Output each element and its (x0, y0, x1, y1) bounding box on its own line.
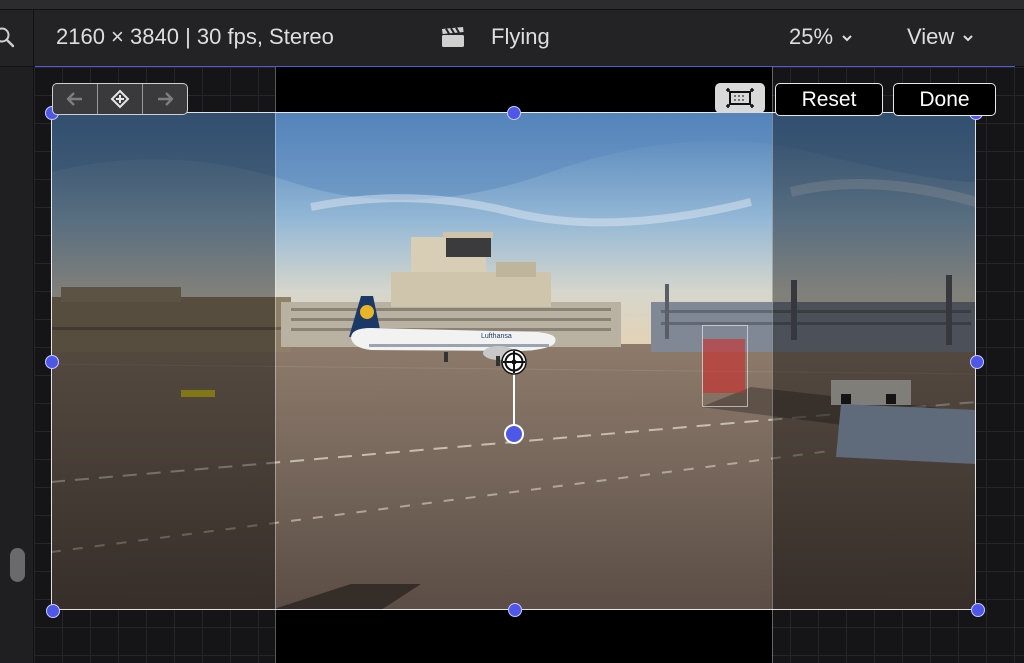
crop-handle-bottom-left[interactable] (46, 604, 60, 618)
tracker-target-region (703, 339, 745, 393)
arrow-left-icon (66, 92, 82, 106)
chevron-down-icon (842, 35, 852, 42)
window-top-edge (0, 0, 1024, 10)
viewer-header: 2160 × 3840 | 30 fps, Stereo Flying 25% … (0, 0, 1024, 67)
zoom-level: 25% (789, 24, 834, 49)
view-menu-label: View (907, 24, 955, 49)
arrow-right-icon (158, 92, 174, 106)
rotation-handle[interactable] (504, 424, 524, 444)
keyframe-navigation (52, 83, 188, 115)
left-sidebar (0, 67, 34, 663)
crop-handle-bottom-right[interactable] (971, 603, 985, 617)
crop-handle-top[interactable] (507, 106, 521, 120)
zoom-menu[interactable]: 25% (789, 24, 853, 50)
crop-mode-button[interactable] (715, 83, 765, 113)
chevron-down-icon (963, 35, 974, 42)
panel-divider (33, 10, 34, 66)
reset-button[interactable]: Reset (775, 83, 883, 116)
format-info: 2160 × 3840 | 30 fps, Stereo (56, 24, 334, 49)
search-icon[interactable] (0, 26, 16, 48)
crop-handle-left[interactable] (45, 355, 59, 369)
done-button[interactable]: Done (893, 83, 996, 116)
clapperboard-icon (442, 27, 464, 47)
project-name: Flying (491, 24, 550, 49)
viewer-canvas[interactable]: Lufthansa Reset Done (34, 67, 1024, 663)
next-keyframe-button[interactable] (143, 84, 187, 114)
previous-keyframe-button[interactable] (53, 84, 98, 114)
crosshair-target-icon[interactable] (500, 348, 528, 376)
add-keyframe-button[interactable] (98, 84, 143, 114)
view-menu[interactable]: View (907, 24, 974, 50)
crop-frame-icon (726, 88, 754, 108)
diamond-keyframe-icon (110, 89, 130, 109)
crop-handle-bottom[interactable] (508, 603, 522, 617)
scrollbar-thumb[interactable] (10, 548, 25, 582)
crop-handle-right[interactable] (970, 355, 984, 369)
